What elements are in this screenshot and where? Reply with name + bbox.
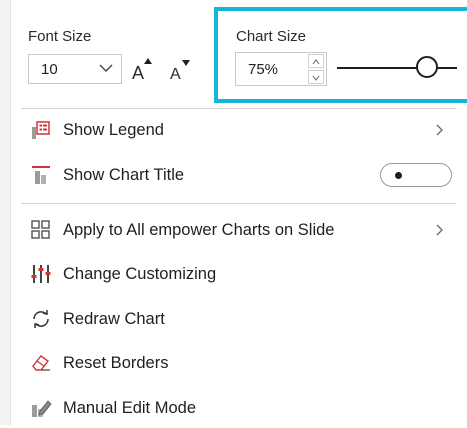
show-chart-title-label: Show Chart Title [63,166,185,184]
menu-item-redraw-chart[interactable]: Redraw Chart [11,299,467,339]
show-legend-label: Show Legend [63,121,164,139]
manual-edit-mode-label: Manual Edit Mode [63,399,196,417]
chevron-right-icon [436,124,443,136]
redraw-chart-label: Redraw Chart [63,310,165,328]
increase-font-glyph: A [132,63,145,83]
font-size-dropdown[interactable]: 10 [28,54,122,84]
font-size-label: Font Size [28,28,92,45]
triangle-down-icon [182,60,190,66]
chevron-down-icon [99,64,113,72]
divider-top [21,108,456,109]
eraser-icon [32,355,50,371]
chart-size-value: 75% [248,61,279,78]
redraw-icon [33,310,49,328]
chart-size-input[interactable]: 75% [235,52,327,86]
toggle-knob [395,172,402,179]
menu-item-manual-edit-mode[interactable]: Manual Edit Mode [11,388,467,428]
show-chart-title-toggle[interactable] [380,163,452,187]
menu-item-reset-borders[interactable]: Reset Borders [11,343,467,383]
caret-up-icon [312,59,320,65]
manual-edit-icon [32,400,52,417]
menu-item-show-legend[interactable]: Show Legend [11,110,467,150]
grid-icon [31,220,50,239]
change-customizing-label: Change Customizing [63,265,217,283]
triangle-up-icon [144,58,152,64]
apply-to-all-label: Apply to All empower Charts on Slide [63,221,335,239]
menu-item-apply-to-all[interactable]: Apply to All empower Charts on Slide [11,210,467,250]
customize-icon [31,265,51,283]
reset-borders-label: Reset Borders [63,354,169,372]
chart-title-icon [32,166,50,184]
caret-down-icon [312,75,320,81]
font-size-value: 10 [41,61,58,78]
spin-down-button[interactable] [308,70,324,84]
decrease-font-glyph: A [170,66,181,83]
spin-up-button[interactable] [308,54,324,68]
chart-size-slider-track[interactable] [337,67,457,69]
chevron-right-icon [436,224,443,236]
divider-middle [21,203,456,204]
chart-size-slider-thumb[interactable] [416,56,438,78]
chart-size-label: Chart Size [236,28,307,45]
menu-item-change-customizing[interactable]: Change Customizing [11,254,467,294]
increase-font-size-button[interactable]: A [132,58,160,84]
window-edge [0,0,11,425]
legend-icon [32,121,50,139]
decrease-font-size-button[interactable]: A [170,58,198,84]
